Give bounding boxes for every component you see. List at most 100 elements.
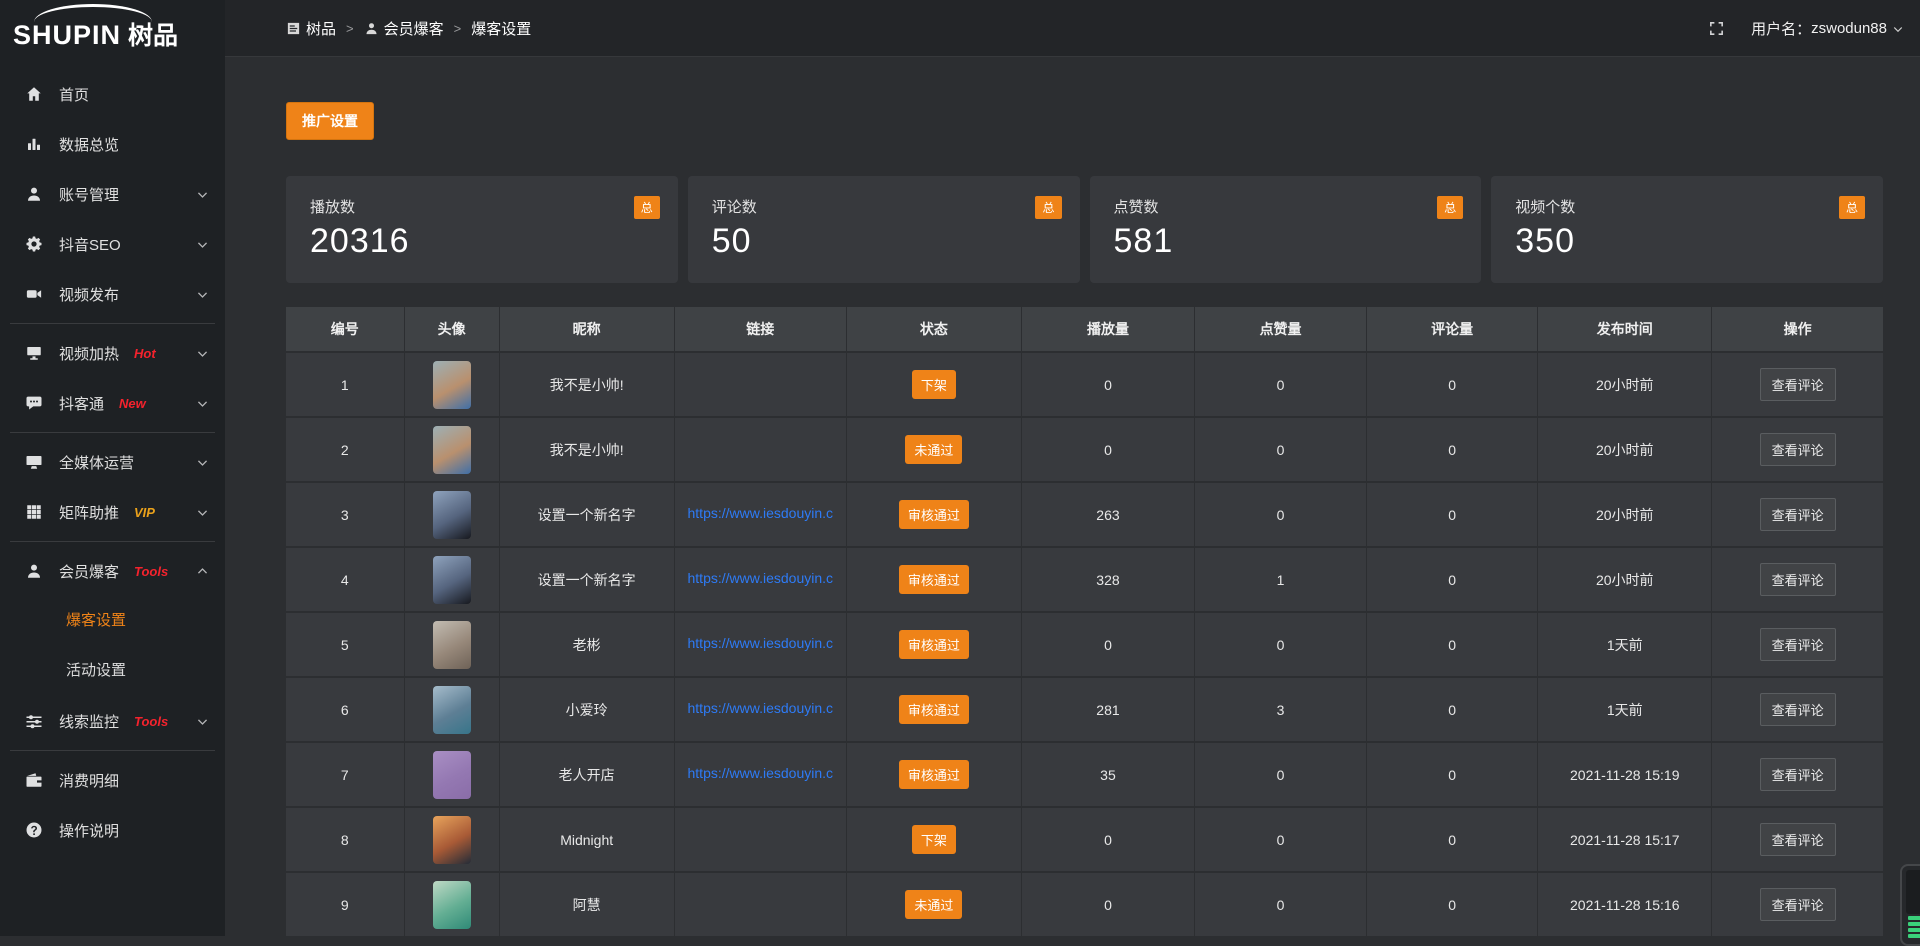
video-link[interactable]: https://www.iesdouyin.c bbox=[688, 700, 834, 716]
sidebar-subitem-label: 爆客设置 bbox=[66, 612, 126, 629]
view-comments-button[interactable]: 查看评论 bbox=[1760, 433, 1836, 466]
breadcrumb-separator: > bbox=[454, 21, 462, 36]
username-menu[interactable]: 用户名：zswodun88 bbox=[1751, 18, 1904, 39]
breadcrumb-item-3: 爆客设置 bbox=[471, 18, 531, 39]
cell-actions: 查看评论 bbox=[1712, 417, 1883, 482]
table-row: 4设置一个新名字https://www.iesdouyin.c审核通过32810… bbox=[286, 547, 1883, 612]
stat-label: 播放数 bbox=[310, 196, 654, 217]
sliders-icon bbox=[25, 712, 43, 730]
video-link[interactable]: https://www.iesdouyin.c bbox=[688, 765, 834, 781]
breadcrumb-label: 树品 bbox=[306, 18, 336, 39]
video-link[interactable]: https://www.iesdouyin.c bbox=[688, 505, 834, 521]
breadcrumb-item-1[interactable]: 树品 bbox=[286, 18, 336, 39]
sidebar-subitem-activity-settings[interactable]: 活动设置 bbox=[0, 646, 225, 696]
status-badge: 审核通过 bbox=[899, 760, 969, 789]
sidebar-subitem-baoke-settings[interactable]: 爆客设置 bbox=[0, 596, 225, 646]
sidebar-item-member-baoke[interactable]: 会员爆客Tools bbox=[0, 546, 225, 596]
cell-actions: 查看评论 bbox=[1712, 482, 1883, 547]
avatar bbox=[433, 816, 471, 864]
cell-no: 2 bbox=[286, 417, 404, 482]
fullscreen-icon[interactable] bbox=[1708, 20, 1725, 37]
sidebar-item-douyin-seo[interactable]: 抖音SEO bbox=[0, 219, 225, 269]
cell-time: 20小时前 bbox=[1538, 547, 1712, 612]
cell-comments: 0 bbox=[1367, 872, 1538, 936]
video-link[interactable]: https://www.iesdouyin.c bbox=[688, 570, 834, 586]
cell-link: https://www.iesdouyin.c bbox=[674, 742, 846, 807]
widget-level-bars bbox=[1908, 916, 1920, 938]
grid-icon bbox=[25, 503, 43, 521]
sidebar-item-omni-media[interactable]: 全媒体运营 bbox=[0, 437, 225, 487]
cell-likes: 1 bbox=[1195, 547, 1367, 612]
cell-link: https://www.iesdouyin.c bbox=[674, 482, 846, 547]
stat-cards: 播放数 20316 总 评论数 50 总 点赞数 581 总 视频个数 350 … bbox=[286, 176, 1883, 283]
cell-avatar bbox=[404, 547, 499, 612]
sidebar-item-account-management[interactable]: 账号管理 bbox=[0, 169, 225, 219]
table-header-cell: 评论量 bbox=[1367, 307, 1538, 352]
sidebar-item-video-heating[interactable]: 视频加热Hot bbox=[0, 328, 225, 378]
chevron-down-icon bbox=[196, 188, 209, 201]
cell-nickname: 阿慧 bbox=[499, 872, 674, 936]
promo-settings-button[interactable]: 推广设置 bbox=[286, 102, 374, 140]
cell-status: 下架 bbox=[846, 807, 1021, 872]
view-comments-button[interactable]: 查看评论 bbox=[1760, 693, 1836, 726]
table-row: 5老彬https://www.iesdouyin.c审核通过0001天前查看评论 bbox=[286, 612, 1883, 677]
sidebar-item-data-overview[interactable]: 数据总览 bbox=[0, 119, 225, 169]
sidebar-item-clue-monitor[interactable]: 线索监控Tools bbox=[0, 696, 225, 746]
view-comments-button[interactable]: 查看评论 bbox=[1760, 368, 1836, 401]
sidebar-item-operation-guide[interactable]: 操作说明 bbox=[0, 805, 225, 855]
sidebar-item-douketong[interactable]: 抖客通New bbox=[0, 378, 225, 428]
sidebar-divider bbox=[10, 541, 215, 542]
cell-plays: 0 bbox=[1021, 872, 1194, 936]
status-badge: 审核通过 bbox=[899, 500, 969, 529]
breadcrumb-separator: > bbox=[346, 21, 354, 36]
screen-icon bbox=[25, 344, 43, 362]
sidebar-item-consumption-details[interactable]: 消费明细 bbox=[0, 755, 225, 805]
sidebar-item-video-publish[interactable]: 视频发布 bbox=[0, 269, 225, 319]
cell-avatar bbox=[404, 612, 499, 677]
username-label: 用户名： bbox=[1751, 18, 1811, 39]
breadcrumb-item-2[interactable]: 会员爆客 bbox=[364, 18, 444, 39]
video-table: 编号头像昵称链接状态播放量点赞量评论量发布时间操作 1我不是小帅!下架00020… bbox=[286, 307, 1883, 936]
cell-actions: 查看评论 bbox=[1712, 742, 1883, 807]
cell-likes: 0 bbox=[1195, 612, 1367, 677]
cell-nickname: 小爱玲 bbox=[499, 677, 674, 742]
sidebar-subitem-label: 活动设置 bbox=[66, 662, 126, 679]
cell-likes: 0 bbox=[1195, 807, 1367, 872]
table-row: 2我不是小帅!未通过00020小时前查看评论 bbox=[286, 417, 1883, 482]
video-icon bbox=[25, 285, 43, 303]
cell-time: 2021-11-28 15:19 bbox=[1538, 742, 1712, 807]
sidebar-item-label: 全媒体运营 bbox=[59, 452, 134, 473]
sidebar-item-home[interactable]: 首页 bbox=[0, 69, 225, 119]
user-icon bbox=[364, 21, 379, 36]
cell-comments: 0 bbox=[1367, 807, 1538, 872]
cell-actions: 查看评论 bbox=[1712, 872, 1883, 936]
breadcrumb: 树品 > 会员爆客 > 爆客设置 bbox=[286, 18, 531, 39]
cell-plays: 0 bbox=[1021, 612, 1194, 677]
view-comments-button[interactable]: 查看评论 bbox=[1760, 563, 1836, 596]
cell-comments: 0 bbox=[1367, 677, 1538, 742]
breadcrumb-label: 爆客设置 bbox=[471, 18, 531, 39]
stat-value: 350 bbox=[1515, 222, 1859, 261]
table-header-row: 编号头像昵称链接状态播放量点赞量评论量发布时间操作 bbox=[286, 307, 1883, 352]
video-link[interactable]: https://www.iesdouyin.c bbox=[688, 635, 834, 651]
stat-label: 视频个数 bbox=[1515, 196, 1859, 217]
brand-logo[interactable]: SHUPIN 树品 bbox=[0, 0, 225, 57]
view-comments-button[interactable]: 查看评论 bbox=[1760, 498, 1836, 531]
floating-widget[interactable] bbox=[1900, 864, 1920, 946]
cell-actions: 查看评论 bbox=[1712, 807, 1883, 872]
table-header-cell: 播放量 bbox=[1021, 307, 1194, 352]
sidebar: SHUPIN 树品 首页数据总览账号管理抖音SEO视频发布视频加热Hot抖客通N… bbox=[0, 0, 225, 936]
status-badge: 审核通过 bbox=[899, 630, 969, 659]
view-comments-button[interactable]: 查看评论 bbox=[1760, 888, 1836, 921]
view-comments-button[interactable]: 查看评论 bbox=[1760, 628, 1836, 661]
cell-plays: 263 bbox=[1021, 482, 1194, 547]
avatar bbox=[433, 361, 471, 409]
sidebar-item-matrix-boost[interactable]: 矩阵助推VIP bbox=[0, 487, 225, 537]
sidebar-item-label: 首页 bbox=[59, 84, 89, 105]
view-comments-button[interactable]: 查看评论 bbox=[1760, 823, 1836, 856]
cell-link: https://www.iesdouyin.c bbox=[674, 677, 846, 742]
chevron-down-icon bbox=[196, 238, 209, 251]
view-comments-button[interactable]: 查看评论 bbox=[1760, 758, 1836, 791]
cell-nickname: 我不是小帅! bbox=[499, 352, 674, 417]
monitor-icon bbox=[25, 453, 43, 471]
